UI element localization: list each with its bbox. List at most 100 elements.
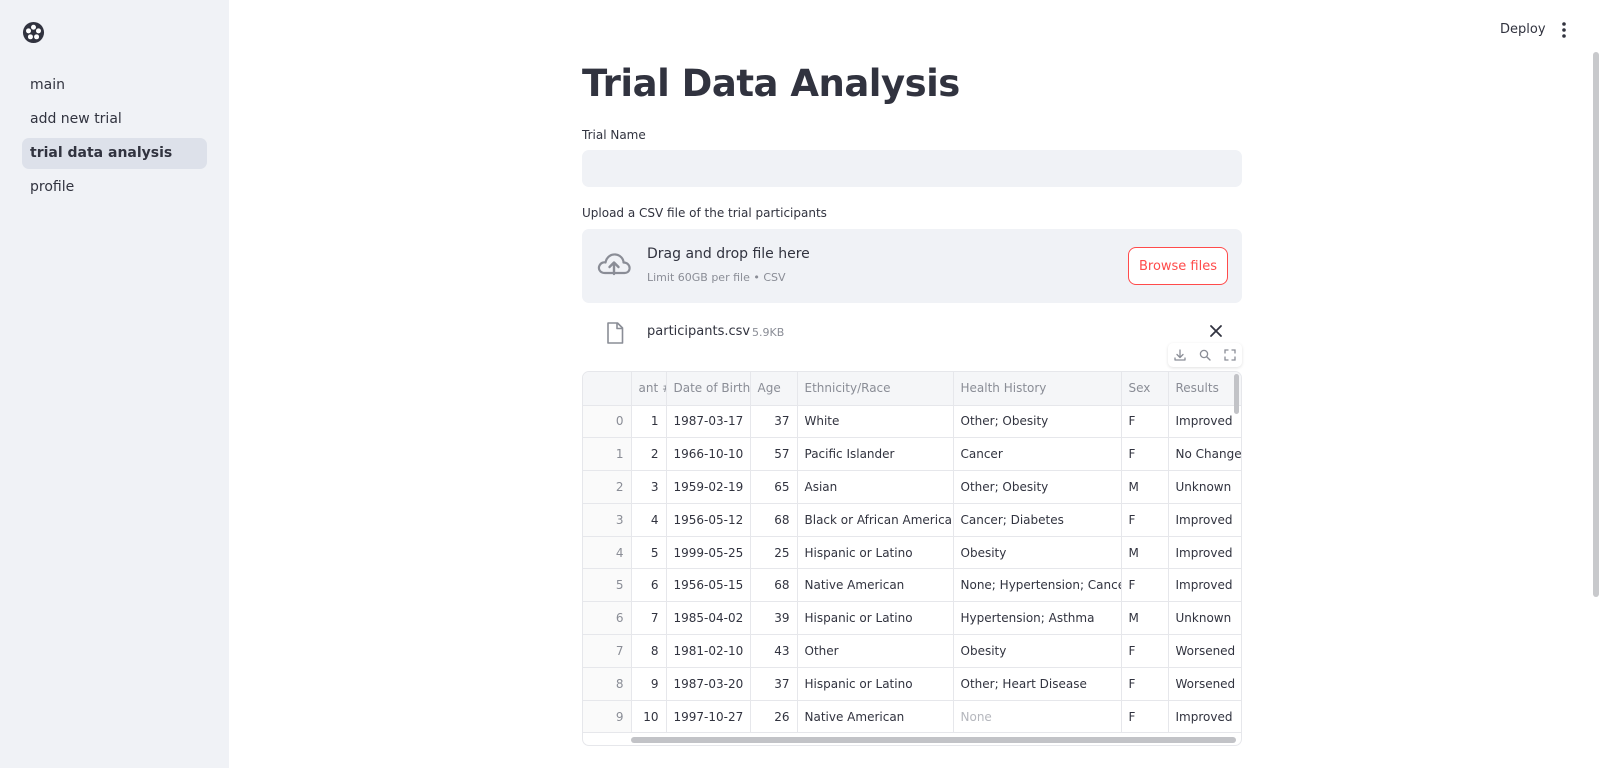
table-cell[interactable]: 1956-05-15 (666, 568, 751, 603)
table-vertical-scrollbar[interactable] (1234, 374, 1239, 414)
browse-files-button[interactable]: Browse files (1128, 247, 1228, 285)
table-cell[interactable]: 39 (750, 601, 798, 636)
table-cell[interactable]: Native American (797, 700, 954, 734)
table-cell[interactable]: 37 (750, 405, 798, 439)
column-header[interactable]: Ethnicity/Race (797, 372, 954, 406)
column-header[interactable]: Age (750, 372, 798, 406)
table-cell[interactable]: White (797, 405, 954, 439)
table-cell[interactable]: Worsened (1168, 667, 1241, 701)
table-cell[interactable]: Other (797, 634, 954, 668)
table-cell[interactable]: Asian (797, 470, 954, 504)
table-cell[interactable]: 5 (631, 536, 667, 570)
table-horizontal-scrollbar[interactable] (631, 737, 1236, 743)
table-cell[interactable]: 1966-10-10 (666, 437, 751, 472)
table-cell[interactable]: 1987-03-17 (666, 405, 751, 439)
table-cell[interactable]: M (1121, 470, 1169, 504)
deploy-button[interactable]: Deploy (1490, 18, 1556, 42)
table-cell[interactable]: 1 (631, 405, 667, 439)
close-icon[interactable] (1208, 323, 1224, 339)
table-cell[interactable]: 26 (750, 700, 798, 734)
table-cell[interactable]: F (1121, 568, 1169, 603)
table-cell[interactable]: 6 (631, 568, 667, 603)
table-row: 1 2 1966-10-10 57 Pacific Islander Cance… (583, 437, 1241, 472)
column-header[interactable]: Results (1168, 372, 1241, 406)
table-cell[interactable]: Obesity (953, 536, 1122, 570)
file-dropzone[interactable]: Drag and drop file here Limit 60GB per f… (582, 229, 1242, 303)
table-cell[interactable]: 10 (631, 700, 667, 734)
table-cell[interactable]: 3 (631, 470, 667, 504)
table-cell[interactable]: Unknown (1168, 601, 1241, 636)
table-cell[interactable]: 68 (750, 503, 798, 537)
column-header[interactable]: Health History (953, 372, 1122, 406)
table-cell[interactable]: Black or African American (797, 503, 954, 537)
search-icon[interactable] (1198, 348, 1212, 362)
table-cell[interactable]: Hypertension; Asthma (953, 601, 1122, 636)
table-cell[interactable]: Hispanic or Latino (797, 667, 954, 701)
table-cell[interactable]: 43 (750, 634, 798, 668)
table-cell[interactable]: Hispanic or Latino (797, 601, 954, 636)
table-cell[interactable]: 68 (750, 568, 798, 603)
table-cell[interactable]: 8 (631, 634, 667, 668)
table-cell[interactable]: Cancer; Diabetes (953, 503, 1122, 537)
column-header[interactable]: ant # (631, 372, 667, 406)
participants-dataframe[interactable]: ant # Date of Birth Age Ethnicity/Race H… (582, 371, 1242, 746)
column-header[interactable]: Sex (1121, 372, 1169, 406)
table-cell[interactable]: Improved (1168, 700, 1241, 734)
table-cell[interactable]: M (1121, 536, 1169, 570)
table-cell[interactable]: 65 (750, 470, 798, 504)
table-cell[interactable]: None; Hypertension; Cancer (953, 568, 1122, 603)
table-cell[interactable]: 9 (631, 667, 667, 701)
table-cell[interactable]: 1956-05-12 (666, 503, 751, 537)
table-cell[interactable]: Unknown (1168, 470, 1241, 504)
table-cell[interactable]: Other; Obesity (953, 405, 1122, 439)
table-cell[interactable]: 4 (631, 503, 667, 537)
table-cell[interactable]: Other; Obesity (953, 470, 1122, 504)
table-cell[interactable]: F (1121, 634, 1169, 668)
column-header[interactable] (583, 372, 632, 406)
sidebar-item-profile[interactable]: profile (22, 172, 207, 203)
table-cell[interactable]: 25 (750, 536, 798, 570)
trial-name-input[interactable] (582, 150, 1242, 187)
table-row: 9 10 1997-10-27 26 Native American None … (583, 700, 1241, 734)
table-cell[interactable]: 1981-02-10 (666, 634, 751, 668)
table-cell[interactable]: Improved (1168, 405, 1241, 439)
table-cell[interactable]: Cancer (953, 437, 1122, 472)
table-cell[interactable]: Improved (1168, 503, 1241, 537)
table-cell[interactable]: None (953, 700, 1122, 734)
table-cell[interactable]: Native American (797, 568, 954, 603)
row-index-cell: 5 (583, 568, 632, 603)
table-cell[interactable]: 1999-05-25 (666, 536, 751, 570)
app-logo-icon[interactable] (22, 21, 45, 44)
table-cell[interactable]: Hispanic or Latino (797, 536, 954, 570)
table-cell[interactable]: F (1121, 437, 1169, 472)
sidebar-item-trial-data-analysis[interactable]: trial data analysis (22, 138, 207, 169)
table-cell[interactable]: Improved (1168, 568, 1241, 603)
table-cell[interactable]: F (1121, 667, 1169, 701)
table-cell[interactable]: 1959-02-19 (666, 470, 751, 504)
sidebar-item-add-new-trial[interactable]: add new trial (22, 104, 207, 135)
column-header[interactable]: Date of Birth (666, 372, 751, 406)
table-cell[interactable]: 1997-10-27 (666, 700, 751, 734)
table-cell[interactable]: F (1121, 405, 1169, 439)
table-cell[interactable]: Obesity (953, 634, 1122, 668)
table-cell[interactable]: Worsened (1168, 634, 1241, 668)
table-cell[interactable]: No Change (1168, 437, 1241, 472)
table-cell[interactable]: F (1121, 503, 1169, 537)
table-cell[interactable]: 1987-03-20 (666, 667, 751, 701)
table-cell[interactable]: Other; Heart Disease (953, 667, 1122, 701)
vertical-dots-icon[interactable] (1555, 20, 1573, 40)
table-cell[interactable]: M (1121, 601, 1169, 636)
table-cell[interactable]: 57 (750, 437, 798, 472)
table-cell[interactable]: 37 (750, 667, 798, 701)
fullscreen-icon[interactable] (1223, 348, 1237, 362)
table-cell[interactable]: 7 (631, 601, 667, 636)
table-cell[interactable]: 2 (631, 437, 667, 472)
table-cell[interactable]: Improved (1168, 536, 1241, 570)
sidebar-item-main[interactable]: main (22, 70, 207, 101)
table-row: 0 1 1987-03-17 37 White Other; Obesity F… (583, 405, 1241, 439)
table-cell[interactable]: 1985-04-02 (666, 601, 751, 636)
table-cell[interactable]: F (1121, 700, 1169, 734)
page-scrollbar[interactable] (1593, 52, 1599, 597)
download-icon[interactable] (1173, 348, 1187, 362)
table-cell[interactable]: Pacific Islander (797, 437, 954, 472)
